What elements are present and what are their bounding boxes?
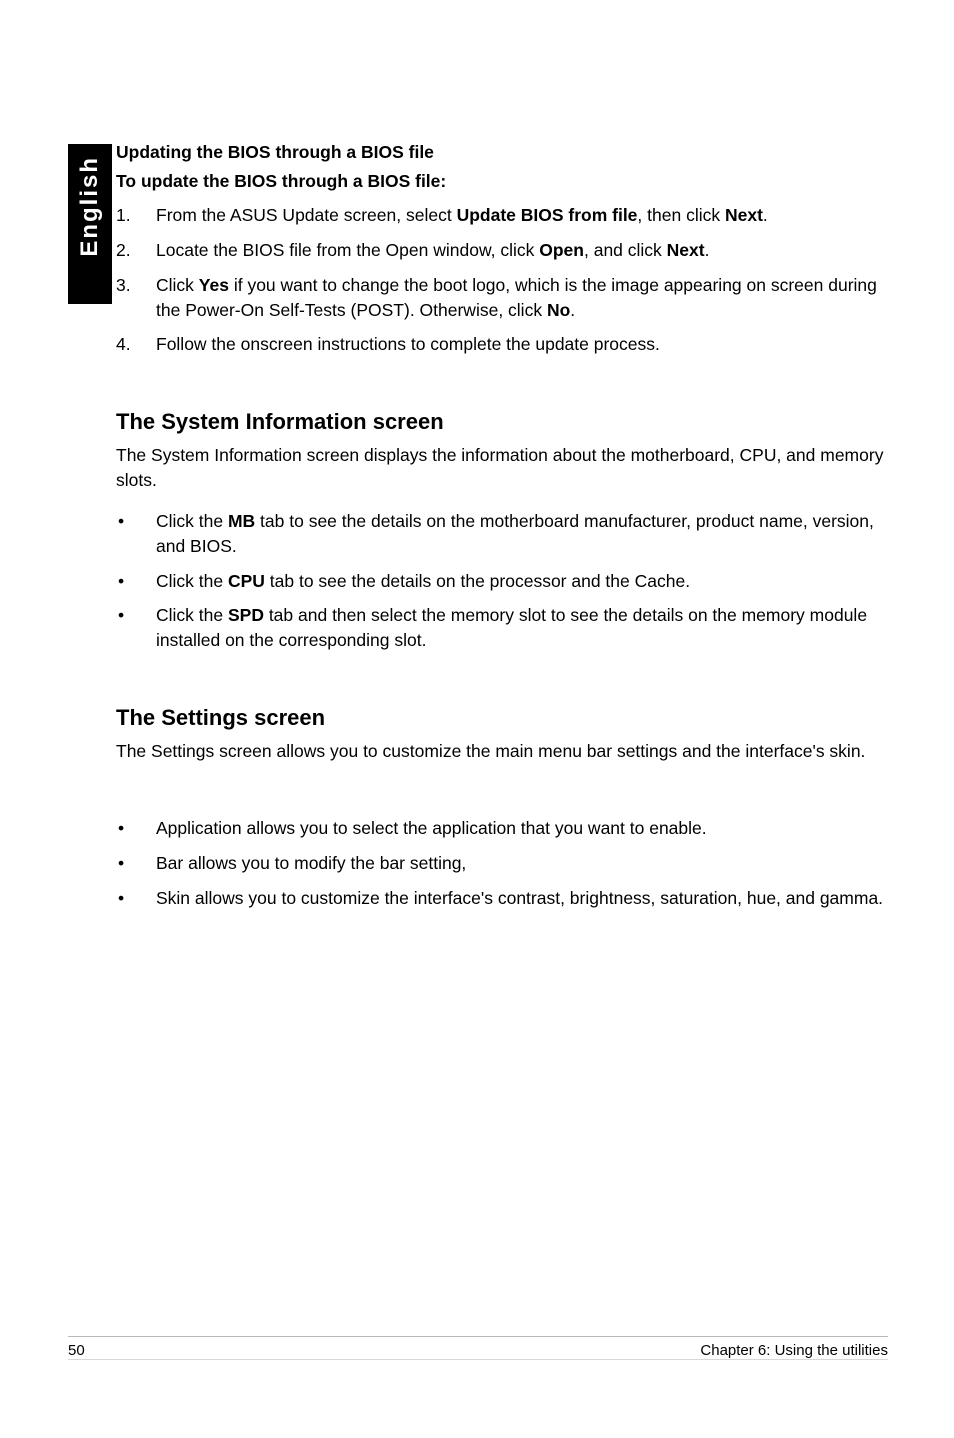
bullet-body: Bar allows you to modify the bar setting…: [156, 851, 894, 876]
step-body: From the ASUS Update screen, select Upda…: [156, 203, 894, 228]
page-number: 50: [68, 1342, 85, 1359]
step-number: 4.: [116, 332, 156, 357]
section3-bullets: • Application allows you to select the a…: [116, 816, 894, 911]
step-body: Locate the BIOS file from the Open windo…: [156, 238, 894, 263]
section1-head2: To update the BIOS through a BIOS file:: [116, 169, 894, 194]
step-item: 1. From the ASUS Update screen, select U…: [116, 203, 894, 228]
section3-title: The Settings screen: [116, 705, 894, 731]
bullet-dot: •: [116, 569, 156, 594]
language-tab-label: English: [76, 156, 104, 257]
section2-bullets: • Click the MB tab to see the details on…: [116, 509, 894, 653]
step-item: 3. Click Yes if you want to change the b…: [116, 273, 894, 323]
section1-head1: Updating the BIOS through a BIOS file: [116, 140, 894, 165]
step-number: 1.: [116, 203, 156, 228]
bullet-dot: •: [116, 851, 156, 876]
page-content: Updating the BIOS through a BIOS file To…: [116, 140, 894, 921]
step-number: 2.: [116, 238, 156, 263]
bullet-item: • Skin allows you to customize the inter…: [116, 886, 894, 911]
bullet-item: • Click the CPU tab to see the details o…: [116, 569, 894, 594]
bullet-body: Click the SPD tab and then select the me…: [156, 603, 894, 653]
section3-para: The Settings screen allows you to custom…: [116, 739, 894, 764]
bullet-dot: •: [116, 603, 156, 653]
bullet-body: Application allows you to select the app…: [156, 816, 894, 841]
bullet-item: • Application allows you to select the a…: [116, 816, 894, 841]
section1-steps: 1. From the ASUS Update screen, select U…: [116, 203, 894, 357]
bullet-item: • Click the SPD tab and then select the …: [116, 603, 894, 653]
section2-title: The System Information screen: [116, 409, 894, 435]
bullet-body: Click the CPU tab to see the details on …: [156, 569, 894, 594]
step-number: 3.: [116, 273, 156, 323]
step-body: Follow the onscreen instructions to comp…: [156, 332, 894, 357]
page-footer: 50 Chapter 6: Using the utilities: [68, 1336, 888, 1360]
bullet-item: • Bar allows you to modify the bar setti…: [116, 851, 894, 876]
bullet-body: Skin allows you to customize the interfa…: [156, 886, 894, 911]
language-tab: English: [68, 144, 112, 304]
bullet-dot: •: [116, 509, 156, 559]
step-item: 2. Locate the BIOS file from the Open wi…: [116, 238, 894, 263]
bullet-dot: •: [116, 816, 156, 841]
step-item: 4. Follow the onscreen instructions to c…: [116, 332, 894, 357]
step-body: Click Yes if you want to change the boot…: [156, 273, 894, 323]
bullet-item: • Click the MB tab to see the details on…: [116, 509, 894, 559]
bullet-body: Click the MB tab to see the details on t…: [156, 509, 894, 559]
bullet-dot: •: [116, 886, 156, 911]
section2-para: The System Information screen displays t…: [116, 443, 894, 493]
chapter-label: Chapter 6: Using the utilities: [700, 1342, 888, 1359]
